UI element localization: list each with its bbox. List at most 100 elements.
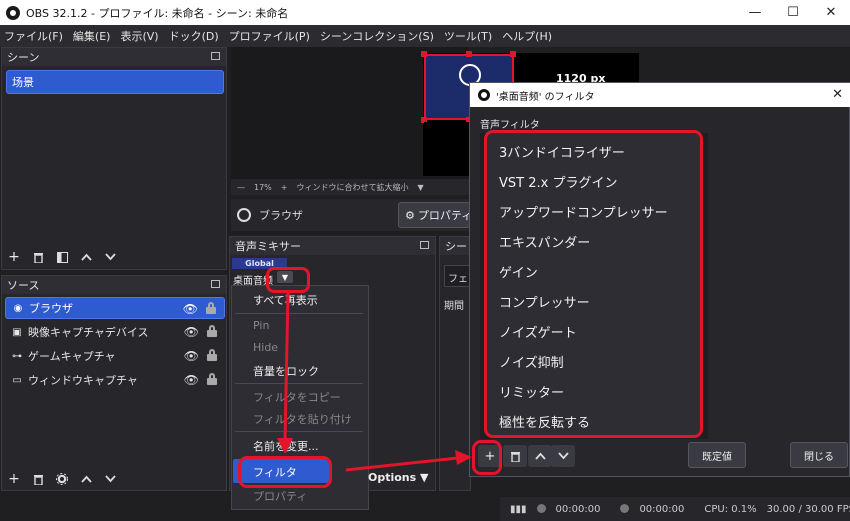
move-source-down-button[interactable] xyxy=(98,468,122,490)
lock-icon[interactable] xyxy=(207,349,217,361)
move-scene-down-button[interactable] xyxy=(98,246,122,268)
gear-icon xyxy=(56,473,68,485)
source-item-game-capture[interactable]: ⊶ ゲームキャプチャ 👁 xyxy=(5,345,225,367)
sources-header: ソース xyxy=(2,276,226,294)
source-item-video-capture[interactable]: ▣ 映像キャプチャデバイス 👁 xyxy=(5,321,225,343)
cpu-usage: CPU: 0.1% xyxy=(704,503,757,515)
status-bar: ▮▮▮ 00:00:00 00:00:00 CPU: 0.1% 30.00 / … xyxy=(500,497,850,521)
minimize-button[interactable]: — xyxy=(736,0,774,25)
close-button[interactable]: ✕ xyxy=(812,0,850,25)
defaults-button[interactable]: 既定値 xyxy=(688,442,746,468)
add-scene-button[interactable]: + xyxy=(2,246,26,268)
ctx-properties: プロパティ xyxy=(253,490,308,503)
chevron-down-icon xyxy=(104,253,116,261)
transition-select[interactable]: フェ xyxy=(444,265,472,287)
highlight-add-filter xyxy=(472,440,502,475)
mixer-options-button[interactable]: Options ▼ xyxy=(368,471,429,484)
zoom-in-button[interactable]: + xyxy=(281,183,288,192)
move-filter-up-button[interactable] xyxy=(528,445,552,467)
obs-logo-icon xyxy=(6,5,20,20)
zoom-level: 17% xyxy=(254,182,272,192)
ctx-paste-filters: フィルタを貼り付け xyxy=(253,413,352,426)
lock-icon[interactable] xyxy=(207,325,217,337)
menu-separator xyxy=(235,383,363,384)
preview-empty-region xyxy=(424,122,470,176)
resize-handle[interactable] xyxy=(510,51,516,57)
remove-filter-button[interactable] xyxy=(503,445,527,467)
obs-logo-icon xyxy=(478,89,490,101)
menu-file[interactable]: ファイル(F) xyxy=(4,28,63,44)
eye-icon[interactable]: 👁 xyxy=(184,325,199,339)
maximize-button[interactable]: ☐ xyxy=(774,0,812,25)
chevron-up-icon xyxy=(80,475,92,483)
move-source-up-button[interactable] xyxy=(74,468,98,490)
undock-icon[interactable] xyxy=(211,280,220,288)
ctx-copy-filters: フィルタをコピー xyxy=(253,391,341,404)
source-item-browser[interactable]: ◉ ブラウザ 👁 xyxy=(5,297,225,319)
move-filter-down-button[interactable] xyxy=(551,445,575,467)
stream-dot-icon xyxy=(620,504,630,513)
window-icon: ▭ xyxy=(12,374,22,386)
ctx-lock-volume[interactable]: 音量をロック xyxy=(253,363,319,379)
chevron-down-icon xyxy=(104,475,116,483)
chevron-up-icon xyxy=(534,452,546,460)
properties-button[interactable]: ⚙ プロパティ xyxy=(398,202,470,228)
filter-icon xyxy=(56,251,68,263)
menu-edit[interactable]: 編集(E) xyxy=(73,28,111,44)
scenes-header: シーン xyxy=(2,48,226,66)
scene-item[interactable]: 场景 xyxy=(6,70,224,94)
lock-icon[interactable] xyxy=(207,373,217,385)
chevron-up-icon xyxy=(80,253,92,261)
scene-transitions-dock: シー フェ 期間 xyxy=(439,236,472,491)
zoom-dropdown-arrow[interactable]: ▼ xyxy=(417,183,423,192)
add-source-button[interactable]: + xyxy=(2,468,26,490)
eye-icon[interactable]: 👁 xyxy=(184,349,199,363)
menu-bar: ファイル(F) 編集(E) 表示(V) ドック(D) プロファイル(P) シーン… xyxy=(0,25,850,47)
ctx-show-all[interactable]: すべて再表示 xyxy=(253,292,318,308)
sources-toolbar: + xyxy=(2,466,122,492)
source-item-window-capture[interactable]: ▭ ウィンドウキャプチャ 👁 xyxy=(5,369,225,391)
ctx-rename[interactable]: 名前を変更... xyxy=(253,438,319,454)
eye-icon[interactable]: 👁 xyxy=(183,302,198,316)
undock-icon[interactable] xyxy=(420,241,429,249)
menu-scene-collection[interactable]: シーンコレクション(S) xyxy=(320,28,434,44)
highlight-channel-menu xyxy=(266,267,310,293)
menu-profile[interactable]: プロファイル(P) xyxy=(229,28,310,44)
resize-handle[interactable] xyxy=(421,51,427,57)
stream-indicator: 00:00:00 xyxy=(620,504,694,515)
scene-filters-button[interactable] xyxy=(50,246,74,268)
dialog-title: '桌面音频' のフィルタ xyxy=(496,91,595,103)
chevron-down-icon xyxy=(557,452,569,460)
source-name: ブラウザ xyxy=(259,209,303,222)
remove-scene-button[interactable] xyxy=(26,246,50,268)
menu-view[interactable]: 表示(V) xyxy=(120,28,158,44)
resize-handle[interactable] xyxy=(466,51,472,57)
sources-dock: ソース ◉ ブラウザ 👁 ▣ 映像キャプチャデバイス 👁 ⊶ ゲームキャプチャ … xyxy=(1,275,227,491)
audio-filters-label: 音声フィルタ xyxy=(480,120,540,131)
source-settings-button[interactable] xyxy=(50,468,74,490)
menu-help[interactable]: ヘルプ(H) xyxy=(502,28,552,44)
fit-to-window-label[interactable]: ウィンドウに合わせて拡大縮小 xyxy=(296,182,408,193)
eye-icon[interactable]: 👁 xyxy=(184,373,199,387)
rec-indicator: 00:00:00 xyxy=(536,504,611,515)
scenes-dock: シーン 场景 + xyxy=(1,47,227,270)
menu-tools[interactable]: ツール(T) xyxy=(444,28,492,44)
lock-icon[interactable] xyxy=(206,302,216,314)
globe-icon xyxy=(237,208,251,222)
remove-source-button[interactable] xyxy=(26,468,50,490)
gear-icon: ⚙ xyxy=(405,208,415,222)
menu-dock[interactable]: ドック(D) xyxy=(169,28,219,44)
menu-separator xyxy=(235,431,363,432)
fps-display: 30.00 / 30.00 FPS xyxy=(766,503,850,515)
close-dialog-button[interactable]: 閉じる xyxy=(790,442,848,468)
trash-icon xyxy=(33,475,43,485)
signal-icon: ▮▮▮ xyxy=(510,503,527,515)
move-scene-up-button[interactable] xyxy=(74,246,98,268)
mixer-header: 音声ミキサー xyxy=(230,237,435,255)
preview-zoom-bar: — 17% + ウィンドウに合わせて拡大縮小 ▼ xyxy=(231,179,469,195)
undock-icon[interactable] xyxy=(211,52,220,60)
dialog-close-icon[interactable]: ✕ xyxy=(832,87,843,102)
trash-icon xyxy=(510,452,520,462)
zoom-out-button[interactable]: — xyxy=(237,183,245,192)
duration-label: 期間 xyxy=(444,301,464,312)
